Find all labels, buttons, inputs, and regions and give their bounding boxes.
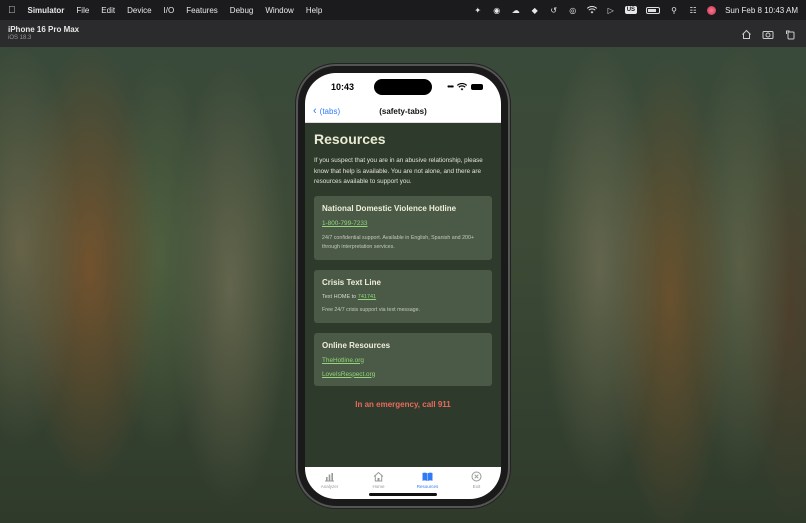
- page-title: Resources: [314, 131, 386, 147]
- chevron-left-icon: ‹: [313, 105, 317, 117]
- input-source-badge[interactable]: US: [624, 6, 638, 14]
- menu-features[interactable]: Features: [186, 6, 218, 15]
- hotline-card: National Domestic Violence Hotline 1-800…: [314, 195, 492, 260]
- hotline-description: 24/7 confidential support. Available in …: [322, 234, 475, 250]
- crisis-text-number-link[interactable]: 741741: [358, 294, 376, 300]
- menu-debug[interactable]: Debug: [230, 6, 254, 15]
- tab-home-label: Home: [372, 484, 385, 489]
- phone-screen: 10:43 •••• ‹ (tabs) (safety-tabs) Resour…: [305, 73, 501, 499]
- resources-content[interactable]: Resources If you suspect that you are in…: [305, 123, 501, 467]
- book-icon: [422, 472, 433, 481]
- simulator-device-name: iPhone 16 Pro Max: [8, 25, 80, 34]
- battery-status-icon: [471, 84, 483, 90]
- crisis-text-prefix: Text HOME to: [322, 293, 358, 300]
- dynamic-island: [374, 79, 432, 95]
- emergency-notice: In an emergency, call 911: [355, 399, 451, 409]
- thehotline-link[interactable]: TheHotline.org: [322, 357, 484, 364]
- tab-exit-label: Exit: [472, 484, 481, 489]
- creative-cloud-icon[interactable]: ◎: [568, 5, 578, 15]
- crisis-text-description: Free 24/7 crisis support via text messag…: [322, 306, 421, 313]
- simulator-toolbar: [740, 28, 796, 40]
- tab-analyzer[interactable]: Analyzer: [310, 471, 350, 499]
- back-button[interactable]: ‹ (tabs): [313, 106, 340, 117]
- cellular-icon: ••••: [447, 83, 454, 91]
- hotline-phone-link[interactable]: 1-800-799-7233: [322, 220, 484, 227]
- online-resources-card: Online Resources TheHotline.org LoveIsRe…: [314, 332, 492, 386]
- battery-icon[interactable]: [646, 6, 661, 14]
- sparkle-icon[interactable]: ✦: [473, 5, 483, 15]
- menu-device[interactable]: Device: [127, 6, 151, 15]
- wifi-icon[interactable]: [586, 5, 597, 15]
- home-button-icon[interactable]: [740, 28, 752, 40]
- screenshot-icon[interactable]: [762, 28, 774, 40]
- shield-icon[interactable]: ◉: [492, 5, 502, 15]
- control-center-icon[interactable]: ☷: [688, 5, 698, 15]
- crisis-text-title: Crisis Text Line: [322, 277, 381, 287]
- menu-window[interactable]: Window: [265, 6, 293, 15]
- tab-resources-label: Resources: [416, 484, 439, 489]
- tab-exit[interactable]: Exit: [457, 471, 497, 499]
- menu-io[interactable]: I/O: [164, 6, 175, 15]
- home-icon: [373, 471, 384, 482]
- simulator-os-version: iOS 18.3: [8, 35, 32, 41]
- siri-icon[interactable]: [707, 5, 717, 15]
- macos-menubar:  Simulator File Edit Device I/O Feature…: [0, 0, 806, 20]
- status-time: 10:43: [331, 82, 355, 92]
- play-icon[interactable]: ▷: [606, 5, 616, 15]
- status-icons: ••••: [447, 83, 483, 91]
- dropbox-icon[interactable]: ◆: [530, 5, 540, 15]
- crisis-text-instruction: Text HOME to 741741: [322, 294, 484, 300]
- menu-app-name[interactable]: Simulator: [28, 6, 65, 15]
- rotate-icon[interactable]: [784, 28, 796, 40]
- menu-help[interactable]: Help: [306, 6, 322, 15]
- simulator-title-bar: iPhone 16 Pro Max iOS 18.3: [0, 20, 806, 47]
- intro-text: If you suspect that you are in an abusiv…: [314, 157, 483, 185]
- menubar-datetime[interactable]: Sun Feb 8 10:43 AM: [725, 6, 798, 15]
- navigation-bar: ‹ (tabs) (safety-tabs): [305, 101, 501, 123]
- back-button-label: (tabs): [319, 107, 341, 116]
- menubar-status-area: ✦ ◉ ☁ ◆ ↺ ◎ ▷ US ⚲ ☷ Sun Feb 8 10:43 AM: [473, 5, 798, 15]
- nav-title: (safety-tabs): [379, 107, 427, 116]
- time-machine-icon[interactable]: ↺: [549, 5, 559, 15]
- cloud-icon[interactable]: ☁: [511, 5, 521, 15]
- hotline-title: National Domestic Violence Hotline: [322, 203, 457, 213]
- menu-file[interactable]: File: [76, 6, 89, 15]
- iphone-frame: 10:43 •••• ‹ (tabs) (safety-tabs) Resour…: [298, 66, 508, 506]
- menu-edit[interactable]: Edit: [101, 6, 115, 15]
- tab-analyzer-label: Analyzer: [320, 484, 339, 489]
- search-icon[interactable]: ⚲: [669, 5, 679, 15]
- online-resources-title: Online Resources: [322, 340, 391, 350]
- wifi-status-icon: [457, 83, 467, 91]
- close-circle-icon: [471, 471, 482, 482]
- crisis-text-card: Crisis Text Line Text HOME to 741741 Fre…: [314, 269, 492, 323]
- chart-icon: [325, 473, 334, 482]
- loveisrespect-link[interactable]: LoveIsRespect.org: [322, 371, 484, 378]
- apple-menu-icon[interactable]: : [8, 5, 16, 16]
- home-indicator[interactable]: [369, 493, 437, 496]
